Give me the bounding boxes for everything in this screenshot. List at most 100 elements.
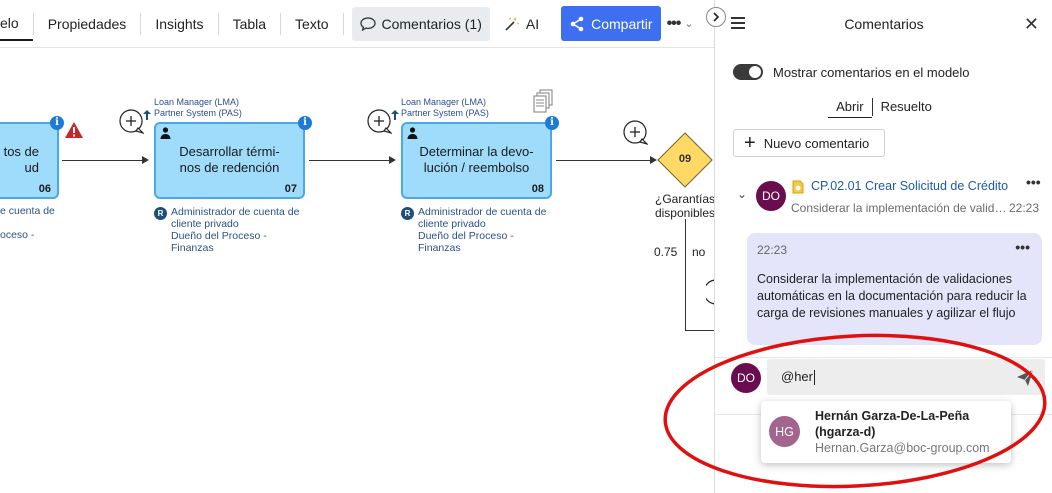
show-comments-toggle-row: Mostrar comentarios en el modelo — [733, 64, 970, 80]
info-icon[interactable]: i — [50, 116, 64, 130]
message-time: 22:23 — [757, 243, 788, 257]
add-comment-icon[interactable] — [118, 109, 144, 135]
show-comments-toggle[interactable] — [733, 64, 763, 80]
suggestion-email: Hernan.Garza@boc-group.com — [815, 441, 990, 455]
add-comment-icon[interactable] — [622, 120, 648, 146]
info-icon[interactable]: i — [545, 116, 559, 130]
segment-open[interactable]: Abrir — [828, 96, 872, 118]
role-label: Administrador de cuenta de cliente priva… — [418, 206, 547, 230]
tab-texto[interactable]: Texto — [281, 7, 342, 41]
message-more-icon[interactable]: ••• — [1015, 239, 1030, 255]
new-comment-button[interactable]: + Nuevo comentario — [733, 129, 885, 157]
role-label: Administrador de cuenta de cliente priva… — [171, 206, 300, 230]
add-comment-icon[interactable] — [366, 109, 392, 135]
tab-tabla[interactable]: Tabla — [219, 7, 280, 41]
chevron-down-icon[interactable]: ⌄ — [737, 187, 747, 201]
task-07[interactable]: Desarrollar térmi- nos de redención 07 — [154, 122, 305, 199]
reply-input-value: @her — [781, 369, 813, 384]
tab-divider — [342, 12, 344, 35]
comments-panel: Comentarios ✕ Mostrar comentarios en el … — [714, 0, 1052, 493]
message-text: Considerar la implementación de validaci… — [757, 272, 1027, 320]
system-upload-icon — [143, 110, 151, 120]
top-toolbar: elo Propiedades Insights Tabla Texto Com… — [0, 0, 714, 48]
systems-label: Loan Manager (LMA) Partner System (PAS) — [154, 97, 242, 118]
task-name: Determinar la devo- lución / reembolso — [419, 144, 534, 175]
suggestion-full-name: Hernán Garza-De-La-Peña — [815, 409, 970, 423]
avatar: DO — [756, 181, 786, 211]
chevron-down-icon[interactable]: ⌄ — [684, 17, 693, 30]
collapse-panel-button[interactable] — [706, 7, 726, 27]
avatar: DO — [731, 363, 761, 393]
show-comments-label: Mostrar comentarios en el modelo — [773, 64, 970, 80]
tab-insights[interactable]: Insights — [141, 7, 217, 41]
tab-ai[interactable]: AI — [490, 7, 553, 41]
owner-label: Dueño del Proceso - Finanzas — [418, 230, 514, 254]
role-label: e cuenta de — [0, 205, 55, 217]
documents-icon[interactable] — [532, 89, 554, 115]
owner-label: Dueño del Proceso - Finanzas — [171, 230, 267, 254]
edge-probability: 0.75 — [654, 245, 678, 259]
send-icon[interactable] — [1015, 367, 1035, 387]
thread-title[interactable]: CP.02.01 Crear Solicitud de Crédito — [811, 179, 1021, 193]
owner-label: oceso - — [0, 229, 35, 241]
sequence-flow — [685, 330, 715, 331]
thread-more-icon[interactable]: ••• — [1026, 174, 1041, 190]
chevron-right-icon — [713, 12, 720, 22]
edge-label: no — [692, 245, 706, 259]
task-number: 06 — [38, 183, 51, 195]
sequence-flow — [309, 160, 389, 161]
role-icon: R — [154, 207, 167, 220]
more-options-icon[interactable]: ••• — [667, 15, 682, 33]
magic-wand-icon — [505, 16, 520, 31]
role-icon: R — [401, 207, 414, 220]
panel-header: Comentarios ✕ — [715, 0, 1052, 48]
avatar: HG — [769, 416, 800, 447]
tab-comentarios-label: Comentarios (1) — [381, 15, 482, 32]
task-06[interactable]: tos de ud 06 — [0, 122, 59, 199]
systems-label: Loan Manager (LMA) Partner System (PAS) — [401, 97, 489, 118]
thread-time: 22:23 — [1009, 201, 1040, 215]
plus-icon: + — [744, 132, 756, 154]
system-upload-icon — [391, 110, 399, 120]
gateway-number: 09 — [678, 153, 692, 165]
panel-title: Comentarios — [844, 16, 924, 32]
text-caret — [814, 370, 815, 386]
segment-resolved[interactable]: Resuelto — [873, 96, 940, 118]
process-canvas[interactable]: tos de ud 06 i e cuenta de oceso - Loan … — [0, 49, 716, 493]
info-icon[interactable]: i — [298, 116, 312, 130]
reply-input[interactable]: @her — [767, 359, 1045, 395]
app-root: elo Propiedades Insights Tabla Texto Com… — [0, 0, 1052, 493]
mention-suggestion[interactable]: HG Hernán Garza-De-La-Peña (hgarza-d) He… — [761, 401, 1011, 463]
share-button[interactable]: Compartir — [561, 6, 661, 41]
warning-icon[interactable] — [64, 121, 84, 139]
comment-message: 22:23 ••• Considerar la implementación d… — [747, 233, 1042, 345]
tab-propiedades[interactable]: Propiedades — [34, 7, 141, 41]
suggestion-name: Hernán Garza-De-La-Peña (hgarza-d) — [815, 408, 969, 440]
comment-icon — [359, 16, 376, 31]
comment-thread[interactable]: ⌄ DO CP.02.01 Crear Solicitud de Crédito… — [715, 174, 1052, 224]
close-icon[interactable]: ✕ — [1024, 14, 1039, 35]
sequence-flow — [685, 219, 686, 331]
suggestion-handle: (hgarza-d) — [815, 425, 876, 439]
tab-modelo[interactable]: elo — [0, 7, 33, 41]
person-icon — [160, 127, 171, 139]
document-icon — [792, 180, 804, 194]
new-comment-label: Nuevo comentario — [763, 135, 870, 151]
person-icon — [407, 127, 418, 139]
arrow-head — [650, 156, 657, 164]
task-name: Desarrollar térmi- nos de redención — [179, 144, 280, 175]
task-number: 08 — [531, 183, 544, 195]
share-icon — [570, 16, 584, 31]
sequence-flow — [62, 160, 142, 161]
status-segment: Abrir Resuelto — [715, 96, 1052, 118]
tab-ai-label: AI — [525, 15, 540, 32]
arrow-head — [142, 156, 149, 164]
arrow-head — [389, 156, 396, 164]
thread-preview: Considerar la implementación de validaci… — [791, 201, 1007, 215]
share-button-label: Compartir — [591, 15, 653, 32]
task-name: tos de ud — [3, 144, 39, 175]
sequence-flow — [556, 160, 650, 161]
tab-comentarios[interactable]: Comentarios (1) — [351, 6, 490, 41]
task-08[interactable]: Determinar la devo- lución / reembolso 0… — [401, 122, 552, 199]
task-number: 07 — [284, 183, 297, 195]
